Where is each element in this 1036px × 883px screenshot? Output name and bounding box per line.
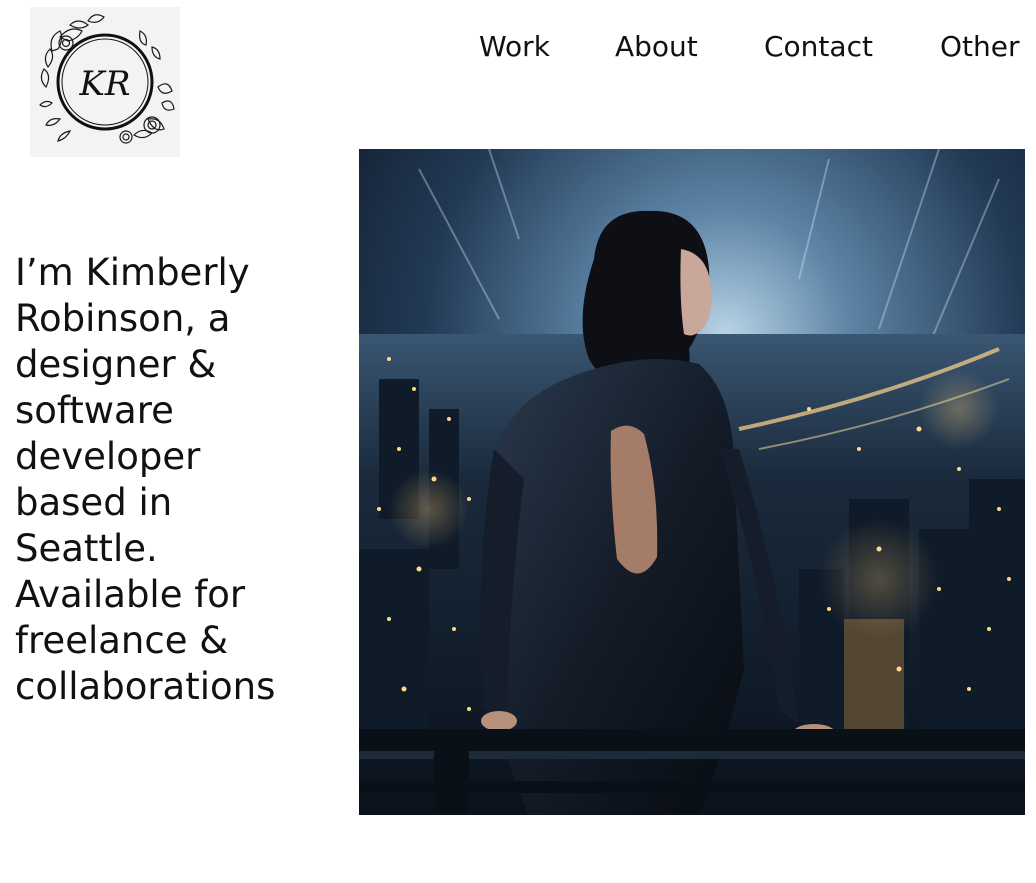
nav-link-work[interactable]: Work [479,30,550,64]
intro-line: based in [15,481,173,524]
nav-link-about[interactable]: About [615,30,698,64]
intro-line: Seattle. [15,527,158,570]
woman-overlooking-city-icon [359,149,1025,815]
portfolio-page: KR Work About Contact Other I’m Kimberly… [0,0,1036,883]
nav-link-other[interactable]: Other [940,30,1020,64]
intro-line: designer & [15,343,217,386]
intro-line: software [15,389,174,432]
intro-heading: I’m Kimberly Robinson, a designer & soft… [15,250,315,710]
intro-line: Robinson, a [15,297,231,340]
intro-line: Available for [15,573,246,616]
main-nav: Work About Contact Other [0,30,1036,66]
intro-line: freelance & [15,619,229,662]
hero-image [359,149,1025,815]
intro-line: collaborations [15,665,276,708]
nav-link-contact[interactable]: Contact [764,30,873,64]
intro-line: developer [15,435,201,478]
svg-text:KR: KR [79,64,131,104]
intro-line: I’m Kimberly [15,251,250,294]
